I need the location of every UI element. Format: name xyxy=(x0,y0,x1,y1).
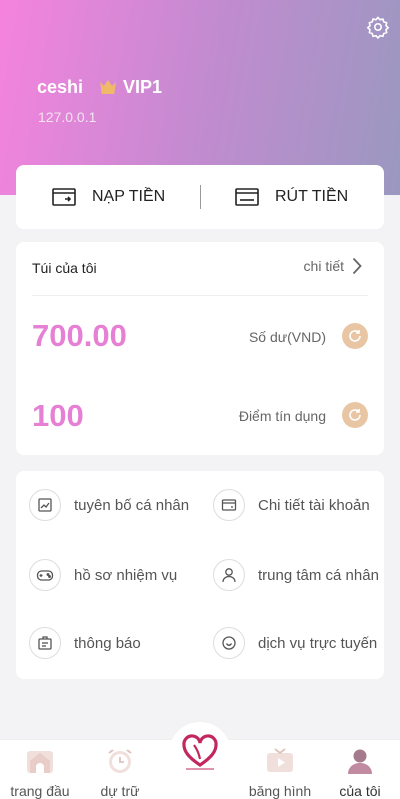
credit-label: Điểm tín dụng xyxy=(238,408,326,424)
menu-card: tuyên bố cá nhân Chi tiết tài khoản hồ s… xyxy=(16,471,384,679)
menu-label: trung tâm cá nhân xyxy=(258,566,379,584)
tab-me[interactable]: của tôi xyxy=(320,740,400,799)
menu-item-notifications[interactable]: thông báo xyxy=(29,627,207,659)
wallet-icon xyxy=(213,489,245,521)
gear-icon[interactable] xyxy=(366,15,390,39)
menu-label: thông báo xyxy=(74,634,141,652)
refresh-icon xyxy=(349,330,361,342)
menu-label: tuyên bố cá nhân xyxy=(74,496,190,514)
tab-label: băng hình xyxy=(248,783,312,799)
notice-icon xyxy=(29,627,61,659)
ip-address: 127.0.0.1 xyxy=(38,109,97,125)
deposit-button[interactable]: NẠP TIỀN xyxy=(52,165,165,229)
refresh-balance-button[interactable] xyxy=(342,323,368,349)
menu-item-personal-statement[interactable]: tuyên bố cá nhân xyxy=(29,489,207,521)
center-logo-tab[interactable] xyxy=(169,722,231,784)
heart-logo-icon xyxy=(182,734,218,770)
balance-value: 700.00 xyxy=(32,318,127,353)
withdraw-button[interactable]: RÚT TIỀN xyxy=(235,165,348,229)
deposit-icon xyxy=(52,188,76,206)
tab-label: của tôi xyxy=(339,783,381,799)
username: ceshi xyxy=(37,77,84,97)
gamepad-icon xyxy=(29,559,61,591)
tab-label: trang đầu xyxy=(10,783,70,799)
refresh-credit-button[interactable] xyxy=(342,402,368,428)
person-icon xyxy=(348,749,372,774)
home-icon xyxy=(27,751,53,773)
wallet-detail-link[interactable]: chi tiết xyxy=(304,257,362,275)
wallet-separator xyxy=(32,295,368,296)
tab-video[interactable]: băng hình xyxy=(240,740,320,799)
deposit-label: NẠP TIỀN xyxy=(92,188,166,205)
withdraw-icon xyxy=(235,188,259,206)
menu-item-personal-center[interactable]: trung tâm cá nhân xyxy=(213,559,391,591)
money-actions-card: NẠP TIỀN RÚT TIỀN xyxy=(16,165,384,229)
chevron-right-icon xyxy=(352,257,362,275)
withdraw-label: RÚT TIỀN xyxy=(275,188,349,205)
menu-item-account-details[interactable]: Chi tiết tài khoản xyxy=(213,489,391,521)
chat-icon xyxy=(213,627,245,659)
clock-icon xyxy=(108,749,132,773)
divider xyxy=(200,185,201,209)
menu-item-task-records[interactable]: hồ sơ nhiệm vụ xyxy=(29,559,207,591)
tab-home[interactable]: trang đầu xyxy=(0,740,80,799)
wallet-detail-label: chi tiết xyxy=(303,258,344,274)
menu-item-online-service[interactable]: dịch vụ trực tuyến xyxy=(213,627,391,659)
tab-reserve[interactable]: dự trữ xyxy=(80,740,160,799)
user-icon xyxy=(213,559,245,591)
wallet-title: Túi của tôi xyxy=(32,260,97,276)
credit-value: 100 xyxy=(32,398,84,433)
menu-label: Chi tiết tài khoản xyxy=(258,496,370,514)
chart-icon xyxy=(29,489,61,521)
tv-icon xyxy=(267,748,293,772)
tab-label: dự trữ xyxy=(100,783,140,799)
menu-label: dịch vụ trực tuyến xyxy=(258,634,378,652)
balance-label: Số dư(VND) xyxy=(248,329,326,345)
menu-label: hồ sơ nhiệm vụ xyxy=(74,566,178,584)
vip-level: VIP1 xyxy=(123,77,163,97)
crown-icon xyxy=(100,80,116,94)
wallet-card: Túi của tôi chi tiết 700.00 Số dư(VND) 1… xyxy=(16,242,384,455)
refresh-icon xyxy=(349,409,361,421)
